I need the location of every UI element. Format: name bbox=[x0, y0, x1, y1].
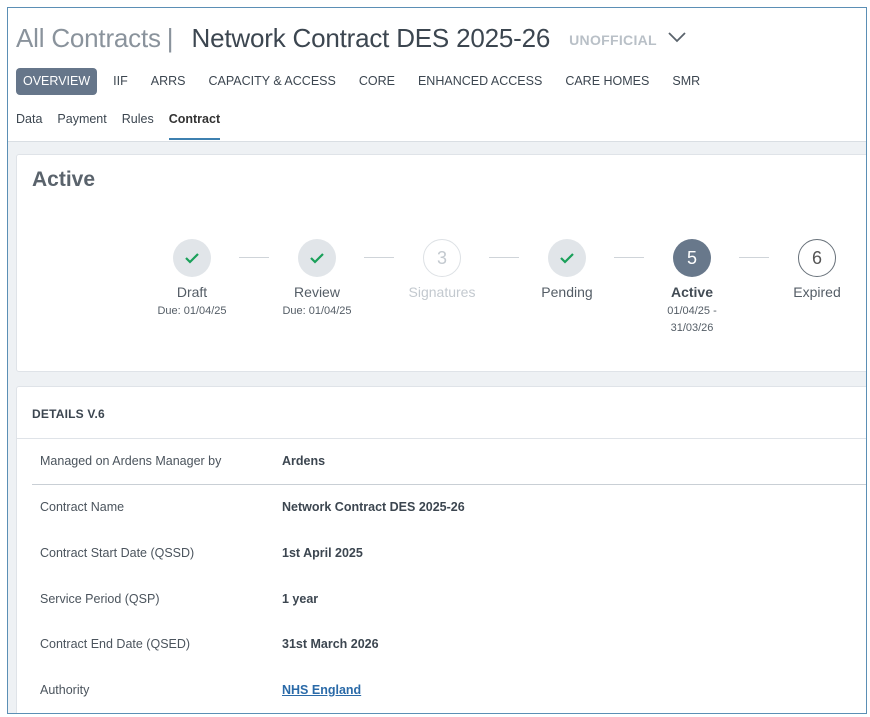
detail-label: Contract Name bbox=[40, 500, 125, 514]
detail-row-contract-name: Contract Name Network Contract DES 2025-… bbox=[32, 485, 866, 530]
detail-label: Managed on Ardens Manager by bbox=[40, 454, 222, 468]
app-window: All Contracts | Network Contract DES 202… bbox=[7, 7, 867, 714]
title-row: All Contracts | Network Contract DES 202… bbox=[16, 20, 687, 56]
detail-label: Authority bbox=[40, 683, 90, 697]
detail-row-managed-by: Managed on Ardens Manager by Ardens bbox=[32, 439, 866, 484]
step-signatures: 3 Signatures bbox=[387, 239, 497, 300]
step-due-date: Due: 01/04/25 bbox=[282, 305, 352, 317]
tab-smr[interactable]: SMR bbox=[661, 68, 711, 95]
step-draft: Draft Due: 01/04/25 bbox=[137, 239, 247, 320]
step-review: Review Due: 01/04/25 bbox=[262, 239, 372, 320]
detail-row-service-period: Service Period (QSP) 1 year bbox=[32, 577, 866, 622]
tab-care-homes[interactable]: CARE HOMES bbox=[554, 68, 660, 95]
detail-value: Ardens bbox=[282, 454, 326, 468]
detail-value: 31st March 2026 bbox=[282, 637, 379, 651]
main-tabs: OVERVIEW IIF ARRS CAPACITY & ACCESS CORE… bbox=[16, 68, 712, 95]
chevron-down-icon[interactable] bbox=[667, 30, 687, 48]
step-number: 6 bbox=[798, 239, 836, 277]
tab-iif[interactable]: IIF bbox=[102, 68, 139, 95]
step-due-date: Due: 01/04/25 bbox=[157, 305, 227, 317]
tab-capacity-access[interactable]: CAPACITY & ACCESS bbox=[197, 68, 346, 95]
step-date-range-start: 01/04/25 - bbox=[667, 305, 717, 317]
page-header: All Contracts | Network Contract DES 202… bbox=[8, 8, 866, 142]
status-title: Active bbox=[32, 168, 96, 191]
authority-link[interactable]: NHS England bbox=[282, 683, 361, 697]
tab-overview[interactable]: OVERVIEW bbox=[16, 68, 98, 95]
sub-tabs: Data Payment Rules Contract bbox=[16, 112, 235, 140]
subtab-data[interactable]: Data bbox=[16, 112, 42, 138]
check-icon bbox=[298, 239, 336, 277]
step-number: 3 bbox=[423, 239, 461, 277]
detail-value: Network Contract DES 2025-26 bbox=[282, 500, 465, 514]
step-label: Review bbox=[294, 284, 340, 300]
step-label: Draft bbox=[176, 284, 208, 300]
detail-row-start-date: Contract Start Date (QSSD) 1st April 202… bbox=[32, 531, 866, 576]
detail-value: 1st April 2025 bbox=[282, 546, 363, 560]
details-heading: DETAILS V.6 bbox=[32, 407, 105, 421]
step-pending: Pending bbox=[512, 239, 622, 300]
step-label: Active bbox=[670, 284, 714, 300]
step-active: 5 Active 01/04/25 - 31/03/26 bbox=[637, 239, 747, 337]
tab-arrs[interactable]: ARRS bbox=[140, 68, 197, 95]
subtab-rules[interactable]: Rules bbox=[122, 112, 154, 138]
content-area: Active Draft Due: 01/04/25 Review Due: 0… bbox=[8, 142, 866, 713]
step-label: Pending bbox=[541, 284, 593, 300]
step-number: 5 bbox=[673, 239, 711, 277]
detail-label: Service Period (QSP) bbox=[40, 592, 160, 606]
step-date-range-end: 31/03/26 bbox=[670, 322, 714, 334]
check-icon bbox=[173, 239, 211, 277]
unofficial-badge: UNOFFICIAL bbox=[569, 32, 657, 48]
breadcrumb-separator: | bbox=[166, 22, 174, 53]
detail-label: Contract Start Date (QSSD) bbox=[40, 546, 195, 560]
tab-enhanced-access[interactable]: ENHANCED ACCESS bbox=[407, 68, 553, 95]
breadcrumb-all-contracts[interactable]: All Contracts bbox=[16, 23, 161, 54]
details-card: DETAILS V.6 Managed on Ardens Manager by… bbox=[16, 386, 866, 713]
tab-core[interactable]: CORE bbox=[348, 68, 406, 95]
step-expired: 6 Expired bbox=[762, 239, 866, 300]
detail-label: Contract End Date (QSED) bbox=[40, 637, 191, 651]
detail-row-end-date: Contract End Date (QSED) 31st March 2026 bbox=[32, 622, 866, 667]
subtab-payment[interactable]: Payment bbox=[57, 112, 106, 138]
status-card: Active Draft Due: 01/04/25 Review Due: 0… bbox=[16, 154, 866, 372]
step-label: Expired bbox=[793, 284, 841, 300]
page-title: Network Contract DES 2025-26 bbox=[191, 22, 551, 53]
step-label: Signatures bbox=[408, 284, 476, 300]
subtab-contract[interactable]: Contract bbox=[168, 112, 221, 140]
check-icon bbox=[548, 239, 586, 277]
detail-row-authority: Authority NHS England bbox=[32, 668, 866, 713]
detail-value: 1 year bbox=[282, 592, 319, 606]
